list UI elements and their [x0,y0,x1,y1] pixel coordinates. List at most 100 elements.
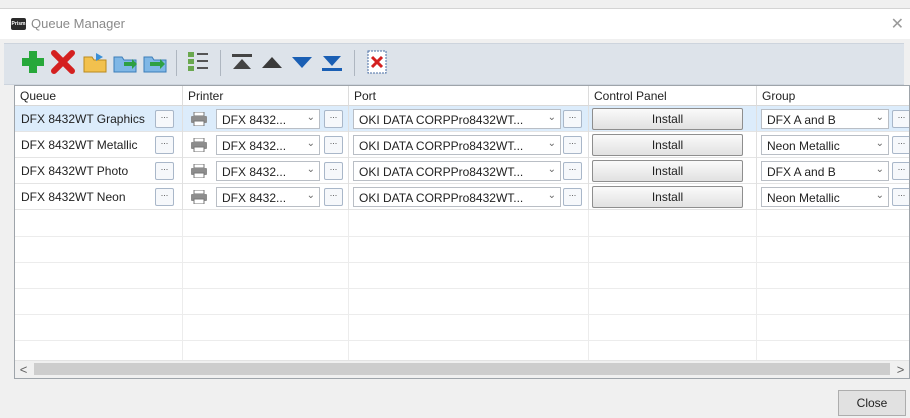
remove-printer-button[interactable] [364,49,390,75]
printer-browse-button[interactable]: ... [324,110,343,128]
move-top-button[interactable] [229,49,255,75]
export-queue-button[interactable] [112,49,138,75]
queue-cell: DFX 8432WT Neon... [15,184,183,210]
port-cell: OKI DATA CORPPro8432WT... ⌄... [349,158,589,184]
control-panel-cell: Install [589,132,757,158]
chevron-down-icon: ⌄ [875,164,884,175]
folder-export-icon [113,56,137,73]
queue-cell: DFX 8432WT Metallic... [15,132,183,158]
chevron-down-icon: ⌄ [306,164,315,175]
group-cell: Neon Metallic ⌄... [757,132,909,158]
port-select[interactable]: OKI DATA CORPPro8432WT... ⌄ [353,187,561,207]
add-queue-button[interactable] [20,49,46,75]
printer-cell: DFX 8432... ⌄... [183,132,349,158]
group-select-value: DFX A and B [767,113,836,127]
install-button[interactable]: Install [592,186,743,208]
group-browse-button[interactable]: ... [892,188,909,206]
printer-select[interactable]: DFX 8432... ⌄ [216,135,320,155]
control-panel-cell: Install [589,106,757,132]
port-select-value: OKI DATA CORPPro8432WT... [359,191,524,205]
chevron-down-icon: ⌄ [875,138,884,149]
chevron-down-icon: ⌄ [875,190,884,201]
port-browse-button[interactable]: ... [563,188,582,206]
move-up-button[interactable] [259,49,285,75]
printer-select[interactable]: DFX 8432... ⌄ [216,187,320,207]
queue-browse-button[interactable]: ... [155,110,174,128]
printer-icon [191,137,207,153]
chevron-down-icon: ⌄ [875,112,884,123]
scrollbar-thumb[interactable] [34,363,890,375]
scroll-right-icon[interactable]: > [892,361,909,378]
chevron-down-icon: ⌄ [306,112,315,123]
group-select[interactable]: DFX A and B ⌄ [761,161,889,181]
column-header-port[interactable]: Port [349,86,589,106]
chevron-down-icon: ⌄ [306,190,315,201]
group-select[interactable]: DFX A and B ⌄ [761,109,889,129]
install-button[interactable]: Install [592,108,743,130]
scroll-left-icon[interactable]: < [15,361,32,378]
queue-cell: DFX 8432WT Photo... [15,158,183,184]
group-select[interactable]: Neon Metallic ⌄ [761,187,889,207]
group-cell: Neon Metallic ⌄... [757,184,909,210]
table-row[interactable]: DFX 8432WT Graphics... DFX 8432... ⌄... OKI… [15,106,909,132]
printer-select[interactable]: DFX 8432... ⌄ [216,109,320,129]
queue-browse-button[interactable]: ... [155,136,174,154]
port-select-value: OKI DATA CORPPro8432WT... [359,139,524,153]
queue-browse-button[interactable]: ... [155,162,174,180]
move-down-button[interactable] [289,49,315,75]
column-header-control-panel[interactable]: Control Panel [589,86,757,106]
group-select-value: Neon Metallic [767,191,840,205]
printer-select-value: DFX 8432... [222,139,287,153]
move-bottom-button[interactable] [319,49,345,75]
group-browse-button[interactable]: ... [892,110,909,128]
chevron-down-icon: ⌄ [547,190,556,201]
chevron-down-icon: ⌄ [547,164,556,175]
port-browse-button[interactable]: ... [563,136,582,154]
port-cell: OKI DATA CORPPro8432WT... ⌄... [349,106,589,132]
table-row[interactable]: DFX 8432WT Metallic... DFX 8432... ⌄... OKI… [15,132,909,158]
close-window-icon[interactable]: ✕ [891,14,904,34]
port-select[interactable]: OKI DATA CORPPro8432WT... ⌄ [353,161,561,181]
background-window-strip [0,0,910,8]
printer-browse-button[interactable]: ... [324,162,343,180]
column-header-printer[interactable]: Printer [183,86,349,106]
group-select-value: Neon Metallic [767,139,840,153]
column-header-group[interactable]: Group [757,86,909,106]
delete-queue-button[interactable] [50,49,76,75]
checklist-button[interactable] [185,49,211,75]
queue-name: DFX 8432WT Neon [21,190,126,204]
group-browse-button[interactable]: ... [892,136,909,154]
table-row[interactable]: DFX 8432WT Neon... DFX 8432... ⌄... OKI DAT… [15,184,909,210]
install-button[interactable]: Install [592,160,743,182]
port-select[interactable]: OKI DATA CORPPro8432WT... ⌄ [353,109,561,129]
port-select-value: OKI DATA CORPPro8432WT... [359,113,524,127]
column-header-queue[interactable]: Queue [15,86,183,106]
table-row[interactable]: DFX 8432WT Photo... DFX 8432... ⌄... OKI DA… [15,158,909,184]
port-select-value: OKI DATA CORPPro8432WT... [359,165,524,179]
toolbar [4,43,904,85]
import-queue-button[interactable] [82,49,108,75]
close-button[interactable]: Close [838,390,906,416]
port-browse-button[interactable]: ... [563,162,582,180]
group-browse-button[interactable]: ... [892,162,909,180]
chevron-down-icon: ⌄ [547,112,556,123]
port-browse-button[interactable]: ... [563,110,582,128]
printer-select[interactable]: DFX 8432... ⌄ [216,161,320,181]
x-icon [51,50,75,74]
copy-queue-button[interactable] [142,49,168,75]
checklist-icon [188,52,208,71]
port-select[interactable]: OKI DATA CORPPro8432WT... ⌄ [353,135,561,155]
printer-icon [191,189,207,205]
grid-line [15,288,909,289]
install-button[interactable]: Install [592,134,743,156]
folder-arrow-icon [83,53,107,73]
move-bottom-icon [322,56,342,71]
queue-browse-button[interactable]: ... [155,188,174,206]
toolbar-separator [354,50,355,76]
group-select[interactable]: Neon Metallic ⌄ [761,135,889,155]
printer-browse-button[interactable]: ... [324,188,343,206]
horizontal-scrollbar[interactable]: < > [15,360,909,378]
port-cell: OKI DATA CORPPro8432WT... ⌄... [349,184,589,210]
printer-browse-button[interactable]: ... [324,136,343,154]
queue-name: DFX 8432WT Metallic [21,138,138,152]
